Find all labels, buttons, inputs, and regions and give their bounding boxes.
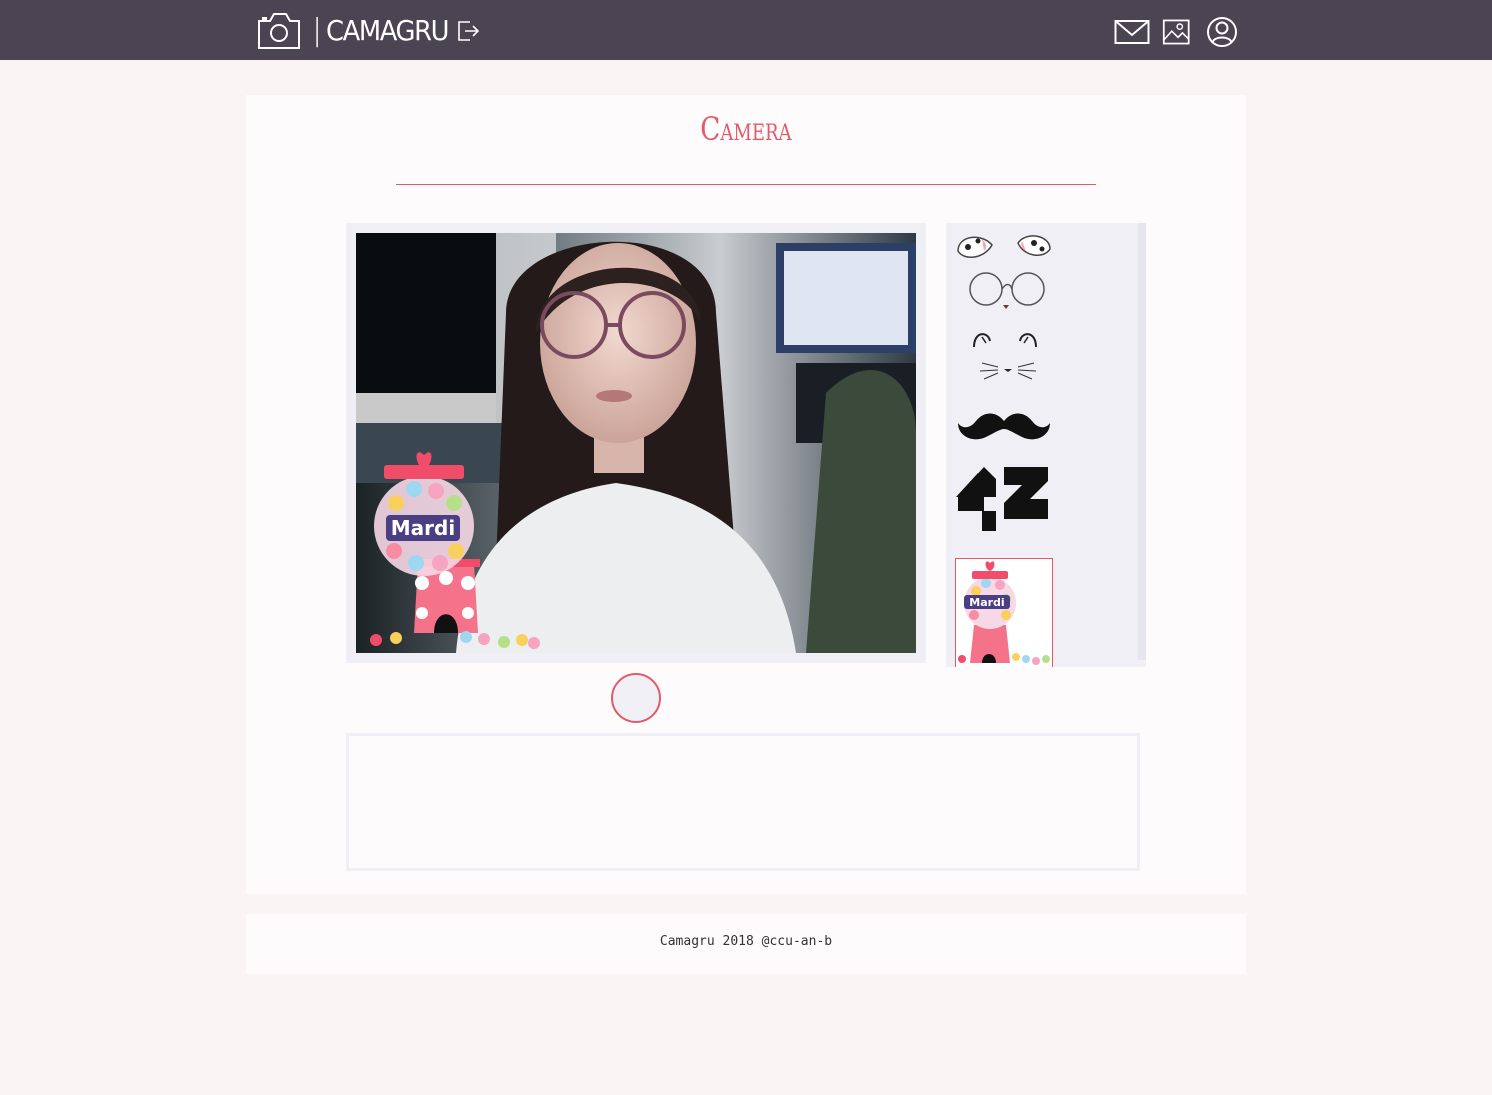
nav-icons (1114, 16, 1238, 48)
top-navbar: | CAMAGRU (0, 0, 1492, 60)
footer: Camagru 2018 @ccu-an-b (246, 914, 1246, 974)
brand[interactable]: | CAMAGRU (256, 10, 481, 52)
profile-icon[interactable] (1206, 16, 1238, 48)
webcam-preview: Mardi (356, 233, 916, 653)
filter-mustache[interactable] (956, 407, 1052, 447)
filter-list-scrollbar[interactable] (1138, 223, 1146, 660)
logout-icon[interactable] (455, 18, 481, 44)
capture-button[interactable] (611, 673, 661, 723)
camera-icon (258, 13, 300, 49)
page-title: Camera (700, 110, 792, 148)
filter-gumball-label: Mardi (969, 596, 1004, 609)
gallery-icon[interactable] (1162, 17, 1194, 47)
filter-42-logo[interactable] (956, 467, 1052, 535)
filter-list[interactable]: Mardi (946, 223, 1146, 667)
footer-text: Camagru 2018 @ccu-an-b (659, 934, 833, 949)
mail-icon[interactable] (1114, 17, 1150, 47)
filter-dalmatian-ears[interactable] (954, 229, 1054, 259)
filter-cat-face[interactable] (968, 327, 1048, 383)
filter-gumball-machine[interactable]: Mardi (955, 558, 1053, 667)
filter-round-glasses[interactable] (966, 267, 1050, 311)
brand-name: CAMAGRU (326, 14, 449, 47)
captured-photos-strip (346, 733, 1140, 871)
brand-separator: | (312, 13, 323, 48)
sticker-label: Mardi (391, 516, 455, 540)
title-divider (396, 184, 1096, 185)
